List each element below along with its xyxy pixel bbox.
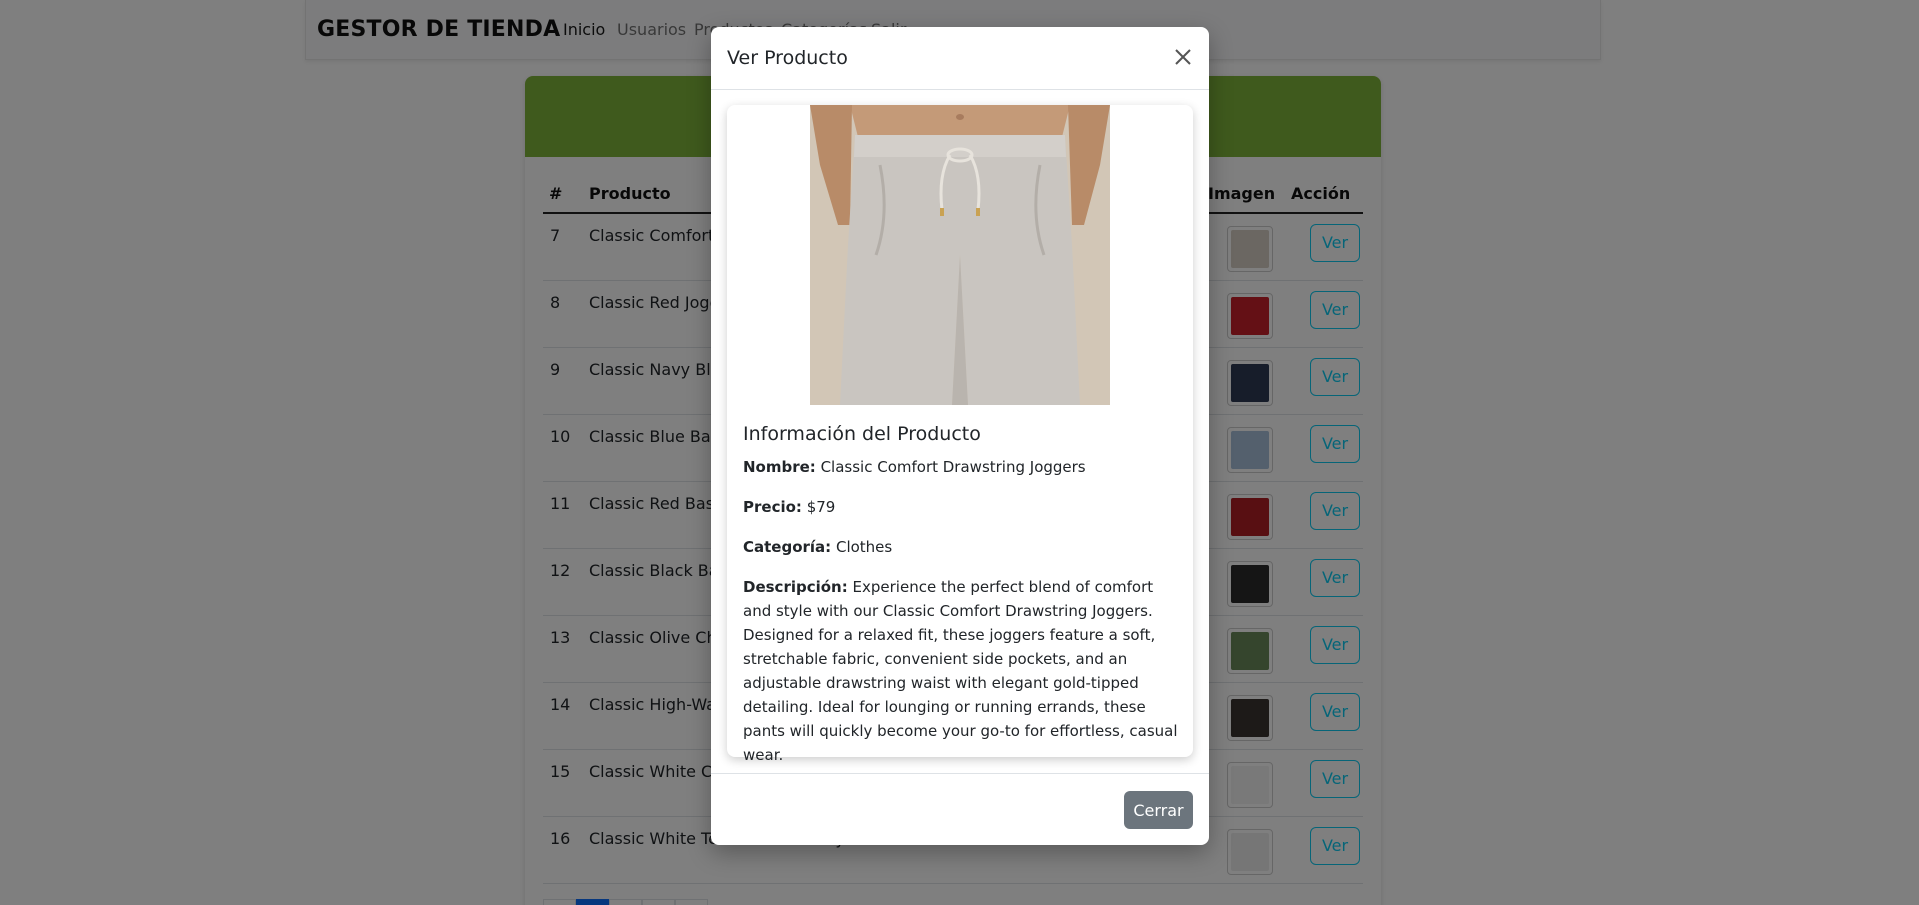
product-category-field: Categoría: Clothes <box>743 535 1179 559</box>
close-icon[interactable] <box>1171 45 1195 69</box>
product-price-field: Precio: $79 <box>743 495 1179 519</box>
product-name-value: Classic Comfort Drawstring Joggers <box>820 458 1086 476</box>
product-description-label: Descripción: <box>743 578 848 596</box>
product-category-value: Clothes <box>835 538 893 556</box>
product-description-field: Descripción: Experience the perfect blen… <box>743 575 1179 767</box>
product-name-label: Nombre: <box>743 458 816 476</box>
view-product-modal: Ver Producto Información del Producto No… <box>711 27 1209 845</box>
product-image <box>810 105 1110 405</box>
product-price-label: Precio: <box>743 498 802 516</box>
product-info-card: Información del Producto Nombre: Classic… <box>727 105 1193 764</box>
product-price-value: $79 <box>806 498 836 516</box>
modal-title: Ver Producto <box>727 47 848 69</box>
modal-footer: Cerrar <box>711 773 1209 845</box>
modal-header: Ver Producto <box>711 27 1209 90</box>
product-name-field: Nombre: Classic Comfort Drawstring Jogge… <box>743 455 1179 479</box>
close-button[interactable]: Cerrar <box>1124 791 1193 829</box>
product-description-value: Experience the perfect blend of comfort … <box>743 578 1178 764</box>
product-category-label: Categoría: <box>743 538 832 556</box>
product-info-heading: Información del Producto <box>743 423 981 445</box>
